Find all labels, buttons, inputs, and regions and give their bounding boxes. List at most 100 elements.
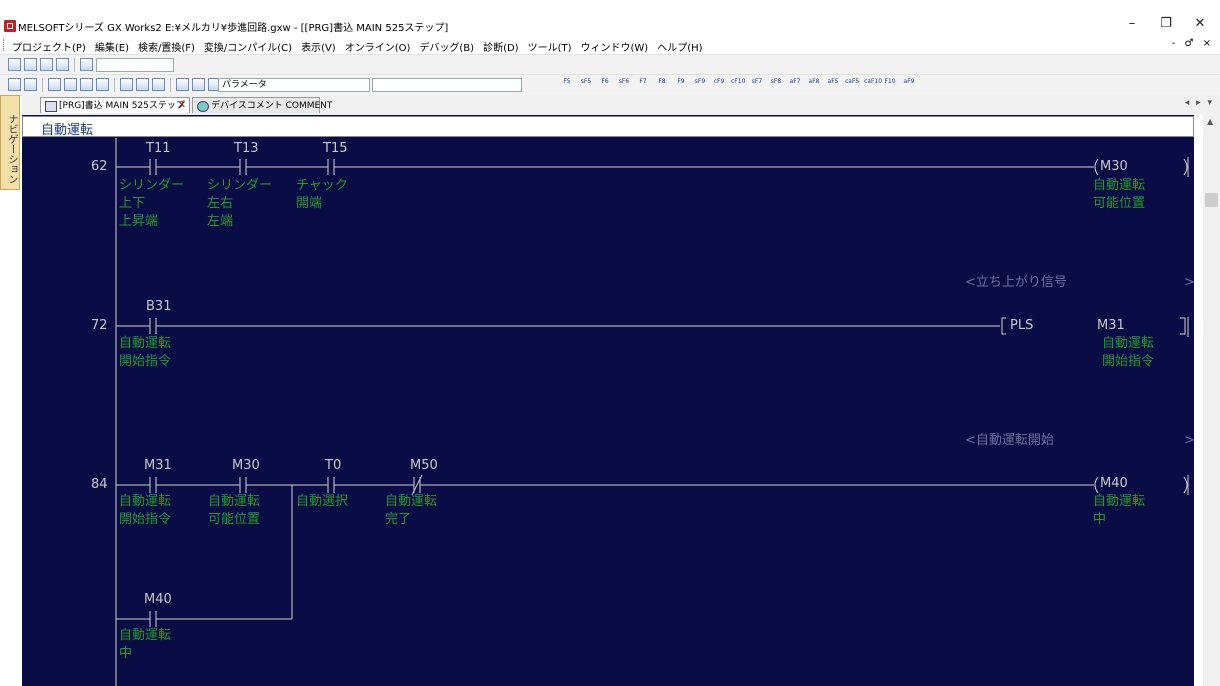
instruction-name: PLS (1010, 318, 1034, 333)
device-comment: 自動運転 (1093, 494, 1146, 509)
tab-navigation-arrows[interactable]: ◂ ▸ ▾ (1185, 98, 1214, 108)
menu-bar: プロジェクト(P) 編集(E) 検索/置換(F) 変換/コンパイル(C) 表示(V) オン… (0, 36, 1220, 54)
coil-device-label: M30 (1100, 159, 1128, 174)
toolbar-button-icon[interactable] (40, 58, 53, 71)
toolbar-button-icon[interactable] (24, 58, 37, 71)
toolbar-button-icon[interactable] (56, 58, 69, 71)
close-icon[interactable]: ✕ (178, 98, 186, 114)
menu-item[interactable]: デバッグ(B) (419, 39, 474, 54)
toolbar-button-icon[interactable] (8, 78, 21, 91)
toolbar-button-icon[interactable] (152, 78, 165, 91)
ladder-symbol-button[interactable]: F10 (883, 78, 897, 91)
device-comment: 上下 (119, 196, 146, 211)
title-bar: MELSOFTシリーズ GX Works2 E:¥メルカリ¥歩進回路.gxw -… (0, 0, 1220, 36)
menu-item[interactable]: 検索/置換(F) (138, 39, 195, 54)
document-tab-bar: [PRG]書込 MAIN 525ステップ ✕ デバイスコメント COMMENT … (22, 95, 1220, 116)
menu-item[interactable]: ヘルプ(H) (657, 39, 702, 54)
menu-item[interactable]: プロジェクト(P) (12, 39, 86, 54)
device-comment: 自動運転 (119, 336, 172, 351)
device-comment: 可能位置 (208, 512, 261, 527)
ladder-symbol-button[interactable]: sF9 (693, 78, 707, 91)
device-comment: 開始指令 (1102, 354, 1155, 369)
device-comment: 自動選択 (296, 494, 349, 509)
restore-button[interactable]: ❐ (1156, 16, 1176, 32)
navigation-label: ナビゲーション (6, 114, 17, 184)
device-comment: シリンダー (207, 178, 273, 193)
tab-program-main[interactable]: [PRG]書込 MAIN 525ステップ ✕ (40, 97, 190, 113)
ladder-symbol-button[interactable]: cF10 (731, 78, 745, 91)
device-comment: 左右 (207, 196, 234, 211)
step-number: 72 (91, 318, 108, 333)
contact-device-label: T13 (234, 141, 259, 156)
ladder-symbol-button[interactable]: aF5 (826, 78, 840, 91)
parameter-combo[interactable]: パラメータ (218, 78, 370, 92)
ladder-symbol-button[interactable]: caF5 (845, 78, 859, 91)
window-title: MELSOFTシリーズ GX Works2 E:¥メルカリ¥歩進回路.gxw -… (18, 23, 449, 34)
toolbar-button-icon[interactable] (48, 78, 61, 91)
ladder-symbol-button[interactable]: F5 (560, 78, 574, 91)
toolbar-button-icon[interactable] (192, 78, 205, 91)
toolbar-icons (8, 58, 93, 72)
ladder-symbol-button[interactable]: cF9 (712, 78, 726, 91)
toolbar-button-icon[interactable] (176, 78, 189, 91)
note-end-marker: > (1184, 433, 1194, 448)
toolbar-combo-blank[interactable] (96, 58, 174, 72)
device-comment-icon (197, 101, 209, 112)
ladder-function-keys: F5 sF5 F6 sF6 F7 F8 F9 sF9 cF9 cF10 sF7 sF8 aF7 aF8 aF… (560, 78, 916, 91)
coil-device-label: M40 (1100, 476, 1128, 491)
contact-device-label: M31 (144, 458, 172, 473)
contact-device-label: B31 (146, 299, 172, 314)
ladder-symbol-button[interactable]: F9 (674, 78, 688, 91)
ladder-symbol-button[interactable]: aF7 (788, 78, 802, 91)
tab-device-comment[interactable]: デバイスコメント COMMENT (192, 97, 332, 113)
menu-item[interactable]: オンライン(O) (345, 39, 411, 54)
ladder-symbol-button[interactable]: aF8 (807, 78, 821, 91)
device-comment: 左端 (207, 214, 234, 229)
contact-device-label: T11 (146, 141, 171, 156)
menu-grip (3, 39, 6, 51)
minimize-button[interactable]: – (1122, 16, 1142, 32)
ladder-symbol-button[interactable]: aF9 (902, 78, 916, 91)
toolbar-button-icon[interactable] (96, 78, 109, 91)
device-comment: 自動運転 (119, 494, 172, 509)
ladder-symbol-button[interactable]: sF5 (579, 78, 593, 91)
vertical-scrollbar[interactable]: ▲ (1203, 115, 1220, 686)
toolbar-button-icon[interactable] (80, 78, 93, 91)
toolbar-button-icon[interactable] (120, 78, 133, 91)
ladder-symbol-button[interactable]: caF10 (864, 78, 882, 91)
ladder-symbol-button[interactable]: F7 (636, 78, 650, 91)
toolbar-separator (170, 78, 171, 92)
scroll-up-icon[interactable]: ▲ (1207, 117, 1213, 126)
navigation-pane-tab[interactable]: ナビゲーション (0, 95, 20, 190)
toolbar-button-icon[interactable] (8, 58, 21, 71)
ladder-symbol-button[interactable]: sF8 (769, 78, 783, 91)
device-comment: 完了 (385, 512, 412, 527)
toolbar-button-icon[interactable] (80, 58, 93, 71)
close-button[interactable]: ✕ (1190, 16, 1210, 32)
instruction-device-label: M31 (1097, 318, 1125, 333)
menu-item[interactable]: 表示(V) (301, 39, 336, 54)
ladder-toolbar: パラメータ F5 sF5 F6 sF6 F7 F8 F9 sF9 cF9 cF10 sF7 sF8 aF… (0, 74, 1220, 96)
device-comment: 開始指令 (119, 512, 172, 527)
device-combo[interactable] (372, 78, 522, 92)
toolbar-button-icon[interactable] (64, 78, 77, 91)
device-comment: 自動運転 (119, 628, 172, 643)
menu-item[interactable]: ツール(T) (528, 39, 572, 54)
device-comment: 上昇端 (119, 214, 159, 229)
menu-item[interactable]: 編集(E) (95, 39, 129, 54)
scroll-thumb[interactable] (1205, 193, 1218, 207)
standard-toolbar (0, 54, 1220, 76)
toolbar-button-icon[interactable] (136, 78, 149, 91)
ladder-symbol-button[interactable]: sF6 (617, 78, 631, 91)
device-comment: 自動運転 (1102, 336, 1155, 351)
mdi-window-controls[interactable]: - ♂ × (1172, 38, 1214, 49)
menu-item[interactable]: 診断(D) (483, 39, 519, 54)
ladder-symbol-button[interactable]: F6 (598, 78, 612, 91)
ladder-symbol-button[interactable]: sF7 (750, 78, 764, 91)
contact-device-label: T15 (323, 141, 348, 156)
menu-item[interactable]: 変換/コンパイル(C) (204, 39, 292, 54)
toolbar-button-icon[interactable] (24, 78, 37, 91)
ladder-symbol-button[interactable]: F8 (655, 78, 669, 91)
menu-item[interactable]: ウィンドウ(W) (581, 39, 649, 54)
ladder-editor[interactable]: 自動運転 62 T11 シリンダー 上下 上昇端 T13 シリンダー 左右 左端… (22, 115, 1194, 686)
